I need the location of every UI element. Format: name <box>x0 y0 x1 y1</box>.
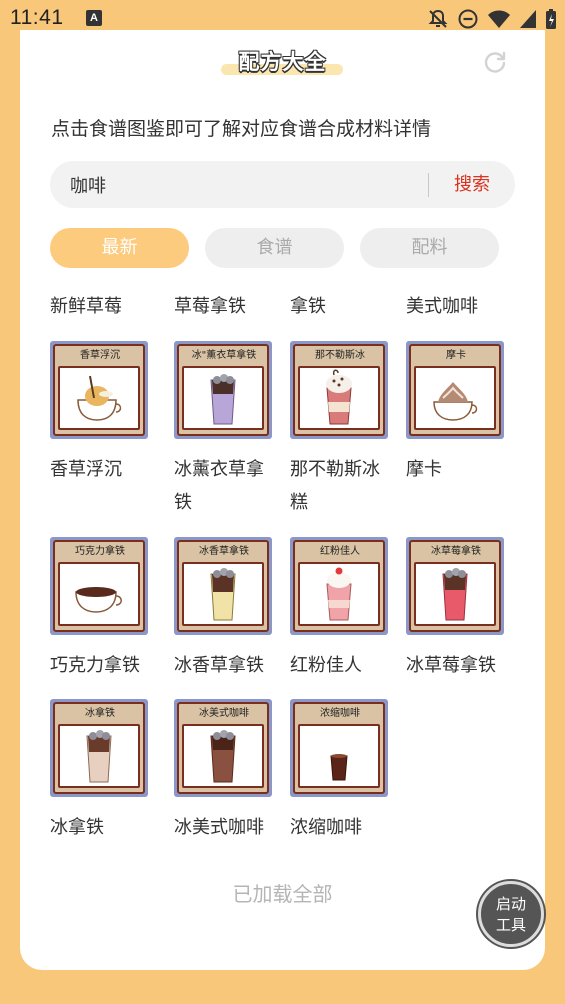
status-icons <box>427 6 557 32</box>
mocha-icon <box>433 382 478 421</box>
neapolitan-sorbet-icon <box>326 369 352 425</box>
recipe-name: 那不勒斯冰糕 <box>290 459 380 513</box>
iced-latte-icon <box>86 730 112 783</box>
espresso-icon <box>330 754 348 781</box>
wifi-icon <box>488 10 510 28</box>
status-time: 11:41 <box>10 6 64 29</box>
page-title: 配方大全 <box>238 50 327 74</box>
recipe-name: 冰美式咖啡 <box>174 817 264 838</box>
battery-charging-icon <box>546 9 556 29</box>
iced-strawberry-latte-icon <box>442 568 468 621</box>
recipe-thumbnail: 冰香草拿铁 <box>174 537 272 635</box>
search-input[interactable] <box>70 161 410 208</box>
refresh-icon[interactable] <box>482 50 508 76</box>
search-button[interactable]: 搜索 <box>442 161 502 208</box>
list-item[interactable]: 草莓拿铁 <box>174 292 246 318</box>
do-not-disturb-icon <box>458 9 478 29</box>
search-divider <box>428 173 429 197</box>
search-bar: 搜索 <box>50 161 515 208</box>
chocolate-latte-icon <box>75 587 122 613</box>
recipe-card-label: 香草浮沉 <box>80 350 120 361</box>
recipe-thumbnail: 摩卡 <box>406 341 504 439</box>
bell-off-icon <box>428 9 448 28</box>
recipe-name: 冰薰衣草拿铁 <box>174 459 264 513</box>
launch-tool-label-line2: 工具 <box>495 916 526 934</box>
list-item[interactable]: 美式咖啡 <box>406 292 478 318</box>
iced-vanilla-latte-icon <box>210 568 236 621</box>
recipe-thumbnail: 香草浮沉 <box>50 341 148 439</box>
recipe-thumbnail: 冰草莓拿铁 <box>406 537 504 635</box>
tab-ingredients[interactable]: 配料 <box>360 228 499 268</box>
accessibility-notification-icon: A <box>86 10 102 26</box>
recipe-name: 巧克力拿铁 <box>50 655 140 676</box>
recipe-name: 红粉佳人 <box>290 655 362 676</box>
recipe-card-label: 冰香草拿铁 <box>199 546 249 557</box>
launch-tool-label-line1: 启动 <box>495 895 526 913</box>
recipe-thumbnail: 红粉佳人 <box>290 537 388 635</box>
recipe-card-label: 那不勒斯冰 <box>315 350 365 361</box>
recipe-thumbnail: 冰"薰衣草拿铁 <box>174 341 272 439</box>
recipe-name: 浓缩咖啡 <box>290 817 362 838</box>
recipe-name: 冰拿铁 <box>50 817 104 838</box>
iced-lavender-latte-icon <box>210 374 236 425</box>
description-text: 点击食谱图鉴即可了解对应食谱合成材料详情 <box>51 118 432 140</box>
recipe-card-label: 冰拿铁 <box>85 708 115 719</box>
iced-americano-icon <box>210 730 236 783</box>
recipe-name: 摩卡 <box>406 459 442 480</box>
recipe-name: 冰香草拿铁 <box>174 655 264 676</box>
recipe-card-label: 浓缩咖啡 <box>320 708 360 719</box>
recipe-thumbnail: 那不勒斯冰 <box>290 341 388 439</box>
vanilla-float-icon <box>77 375 122 421</box>
recipe-thumbnail: 巧克力拿铁 <box>50 537 148 635</box>
recipe-card-label: 红粉佳人 <box>320 546 360 557</box>
recipe-card-label: 冰草莓拿铁 <box>431 546 481 557</box>
recipe-card-label: 摩卡 <box>446 350 466 361</box>
top-row: 新鲜草莓 草莓拿铁 拿铁 美式咖啡 <box>0 292 565 322</box>
recipe-name: 香草浮沉 <box>50 459 122 480</box>
tab-recipes[interactable]: 食谱 <box>205 228 344 268</box>
recipe-name: 冰草莓拿铁 <box>406 655 496 676</box>
launch-tool-button[interactable]: 启动 工具 <box>478 881 544 947</box>
recipe-thumbnail: 冰美式咖啡 <box>174 699 272 797</box>
list-item[interactable]: 拿铁 <box>290 292 326 318</box>
recipe-card-label: 冰美式咖啡 <box>199 708 249 719</box>
recipe-thumbnail: 浓缩咖啡 <box>290 699 388 797</box>
recipe-card-label: 冰"薰衣草拿铁 <box>191 350 257 361</box>
recipe-card-label: 巧克力拿铁 <box>75 546 125 557</box>
list-item[interactable]: 新鲜草莓 <box>50 292 122 318</box>
recipe-thumbnail: 冰拿铁 <box>50 699 148 797</box>
signal-icon <box>520 10 536 28</box>
tab-latest[interactable]: 最新 <box>50 228 189 268</box>
pink-lady-icon <box>326 567 352 621</box>
